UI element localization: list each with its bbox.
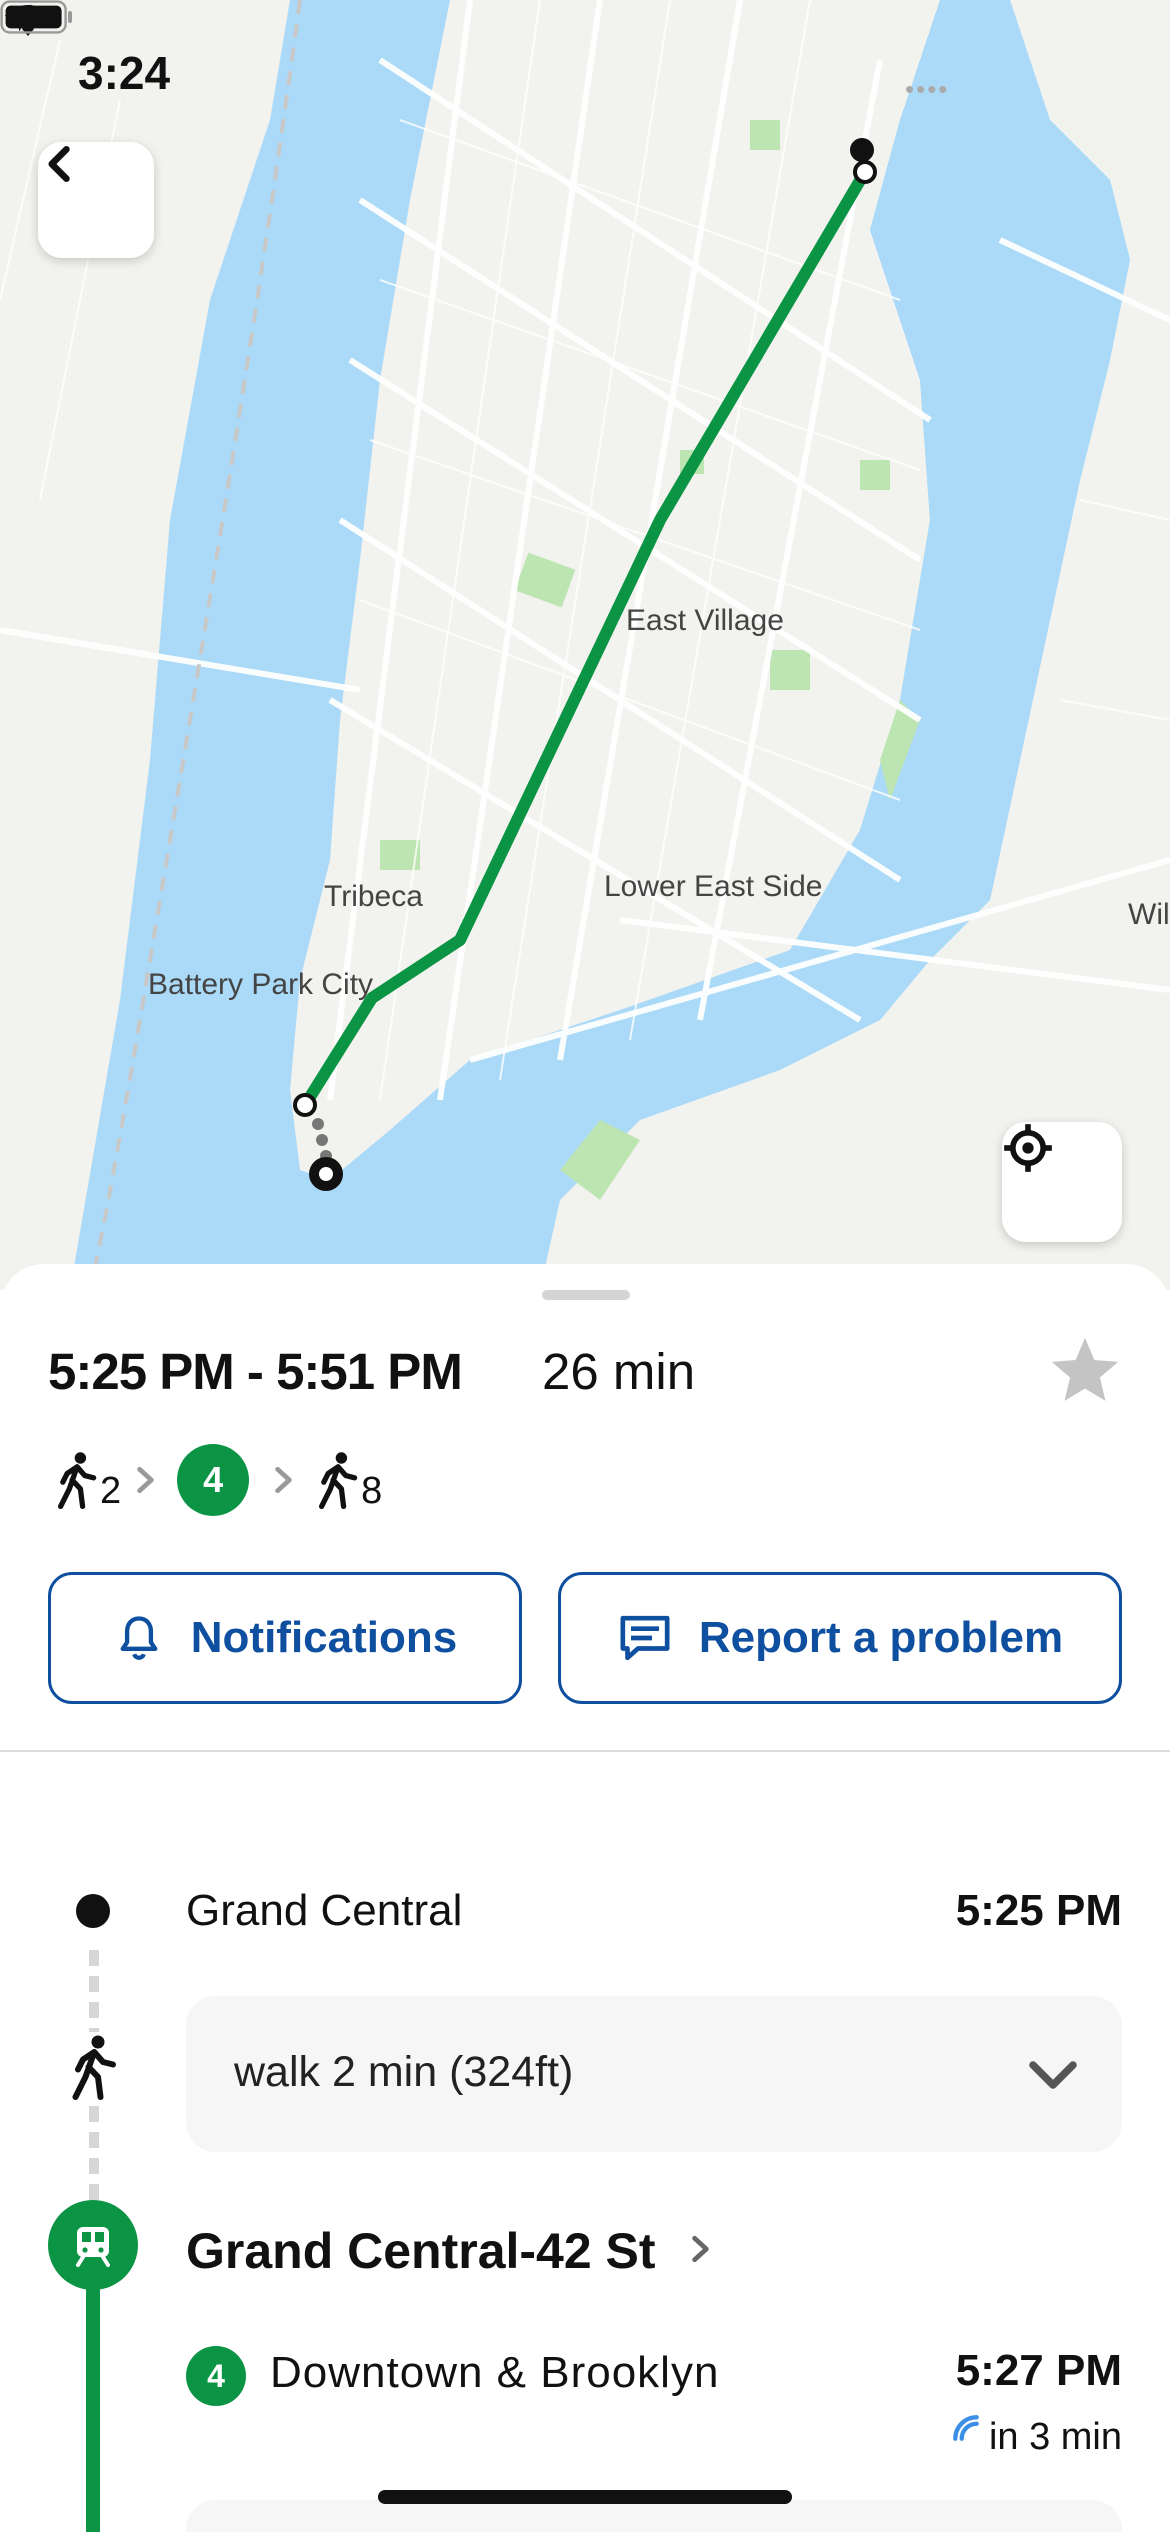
status-bar: 3:24 •••• xyxy=(0,0,1170,140)
report-problem-button[interactable]: Report a problem xyxy=(558,1572,1122,1704)
notifications-label: Notifications xyxy=(190,1613,458,1662)
favorite-star-icon[interactable] xyxy=(1046,1332,1124,1410)
map-label-east-village: East Village xyxy=(626,604,784,637)
realtime-signal-icon xyxy=(953,2414,979,2441)
departure-time: 5:27 PM xyxy=(955,2346,1122,2395)
walk-icon xyxy=(68,2032,118,2102)
back-button[interactable] xyxy=(38,142,154,258)
bell-icon xyxy=(120,1616,158,1660)
chevron-right-icon[interactable] xyxy=(690,2234,712,2264)
chevron-right-icon xyxy=(275,1466,292,1494)
map-label-lower-east-side: Lower East Side xyxy=(604,870,823,903)
station-marker xyxy=(48,2200,138,2290)
origin-name: Grand Central xyxy=(186,1886,463,1935)
walk-icon xyxy=(57,1452,97,1509)
station-name[interactable]: Grand Central-42 St xyxy=(186,2222,656,2280)
trip-time-range: 5:25 PM - 5:51 PM xyxy=(48,1343,463,1400)
map-label-battery-park-city: Battery Park City xyxy=(148,968,374,1001)
battery-icon xyxy=(0,0,72,34)
locate-me-button[interactable] xyxy=(1002,1122,1122,1242)
origin-time: 5:25 PM xyxy=(955,1886,1122,1935)
report-problem-label: Report a problem xyxy=(698,1613,1064,1662)
transit-connector xyxy=(86,2282,100,2532)
status-time: 3:24 xyxy=(78,47,171,99)
walk-end-minutes: 8 xyxy=(361,1470,383,1512)
map-canvas[interactable] xyxy=(0,0,1170,1290)
trip-duration: 26 min xyxy=(542,1343,696,1400)
notifications-button[interactable]: Notifications xyxy=(48,1572,522,1704)
home-indicator[interactable] xyxy=(378,2490,792,2504)
chevron-down-icon xyxy=(1029,2061,1077,2089)
map[interactable]: East Village Lower East Side Tribeca Bat… xyxy=(0,0,1170,1290)
crosshair-icon xyxy=(1004,1124,1052,1172)
train-icon xyxy=(76,2227,110,2267)
trip-legs-summary: 2 4 8 xyxy=(54,1440,382,1520)
itinerary[interactable]: Grand Central 5:25 PM walk 2 min (324ft)… xyxy=(0,1752,1170,2532)
cellular-signal-icon: •••• xyxy=(905,74,950,104)
realtime-arrival: in 3 min xyxy=(951,2414,1122,2459)
departure-direction: Downtown & Brooklyn xyxy=(270,2348,720,2397)
realtime-arrival-label: in 3 min xyxy=(988,2416,1122,2458)
walk-icon xyxy=(319,1452,358,1509)
route-badge-4: 4 xyxy=(186,2346,246,2406)
walk-start-minutes: 2 xyxy=(100,1470,122,1512)
walk-directions-label: walk 2 min (324ft) xyxy=(234,2048,574,2096)
message-icon xyxy=(620,1615,670,1661)
map-label-tribeca: Tribeca xyxy=(324,880,423,913)
walk-directions-dropdown[interactable]: walk 2 min (324ft) xyxy=(186,1996,1122,2152)
chevron-right-icon xyxy=(137,1466,154,1494)
chevron-left-icon xyxy=(48,146,70,182)
route-badge-4: 4 xyxy=(177,1444,250,1516)
origin-dot xyxy=(76,1894,110,1928)
walk-leg-end: 8 xyxy=(315,1451,382,1512)
sheet-grabber[interactable] xyxy=(542,1290,630,1300)
walk-leg-start: 2 xyxy=(54,1451,121,1512)
next-step-card[interactable] xyxy=(186,2500,1122,2532)
map-label-williamsburg: Wil xyxy=(1128,898,1170,931)
